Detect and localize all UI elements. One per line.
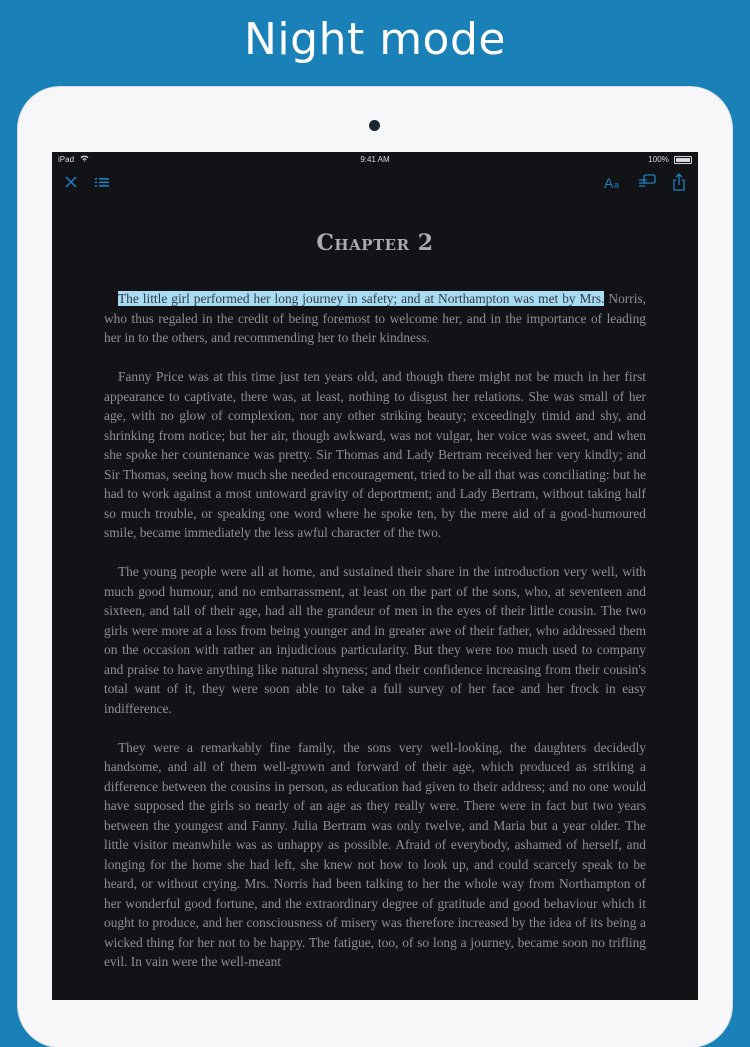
status-right: 100%: [648, 152, 692, 167]
svg-text:a: a: [614, 180, 619, 190]
paragraph-2: Fanny Price was at this time just ten ye…: [104, 369, 646, 540]
close-icon[interactable]: [64, 171, 78, 193]
chapter-title: Chapter 2: [316, 230, 434, 256]
font-size-icon[interactable]: Aa: [603, 171, 623, 193]
reader-toolbar: Aa: [52, 167, 698, 197]
notes-icon[interactable]: [637, 171, 657, 193]
list-icon[interactable]: [94, 171, 110, 193]
status-bar: iPad 9:41 AM 100%: [52, 152, 698, 167]
share-icon[interactable]: [671, 171, 687, 193]
battery-icon: [674, 155, 692, 164]
status-time: 9:41 AM: [360, 155, 390, 164]
highlighted-text[interactable]: The little girl performed her long journ…: [118, 291, 605, 306]
paragraph-1: The little girl performed her long journ…: [104, 289, 646, 348]
paragraph-3: The young people were all at home, and s…: [104, 564, 646, 716]
banner-title: Night mode: [244, 14, 506, 65]
svg-text:A: A: [604, 175, 614, 191]
battery-percent: 100%: [648, 155, 669, 164]
paragraph-4: They were a remarkably fine family, the …: [104, 739, 646, 970]
reader-screen: iPad 9:41 AM 100% Aa Chapter 2 The littl: [52, 152, 698, 1000]
book-text: The little girl performed her long journ…: [104, 289, 646, 991]
camera-dot: [369, 120, 380, 131]
